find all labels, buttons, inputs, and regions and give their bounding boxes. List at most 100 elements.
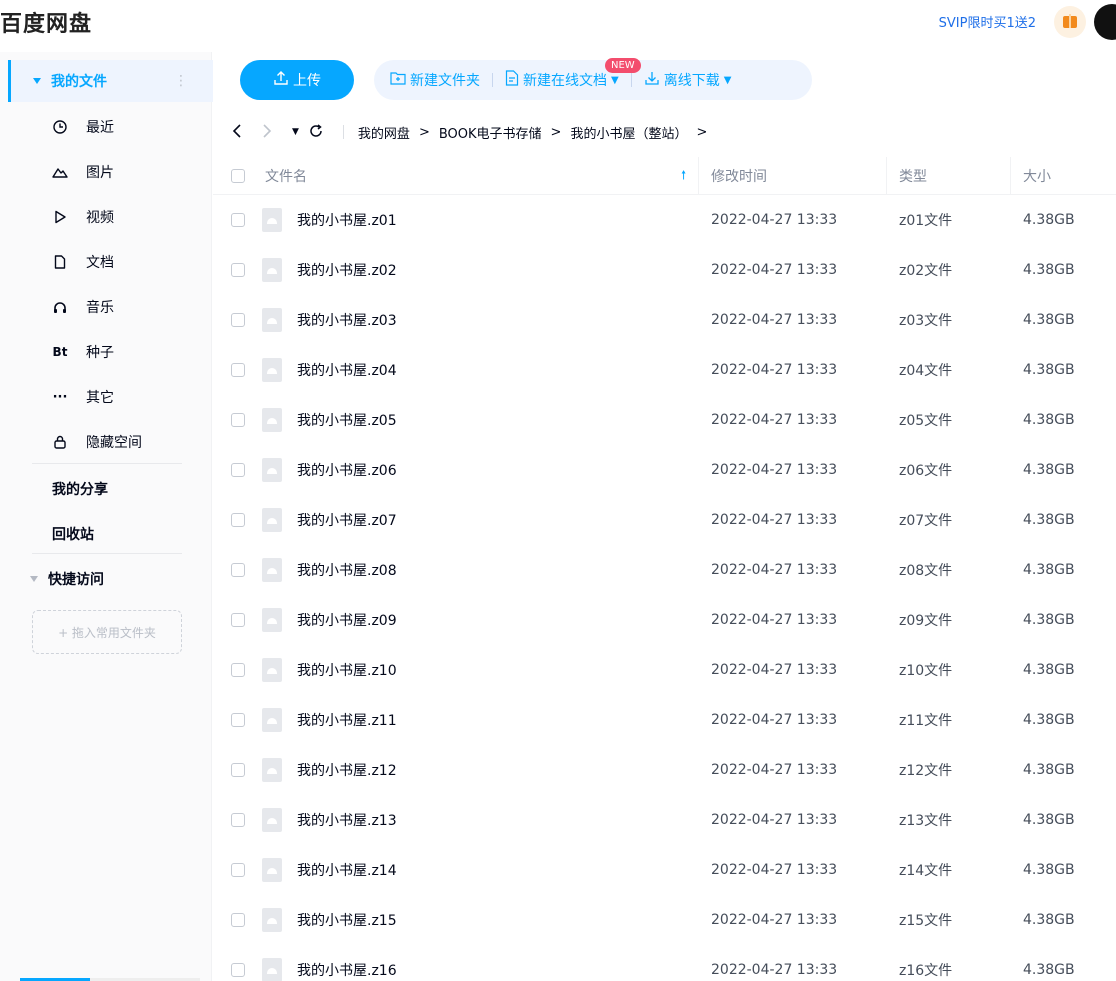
row-checkbox[interactable]	[231, 595, 245, 645]
sidebar-item-my-files[interactable]: 我的文件 ⋮	[8, 60, 213, 102]
table-row[interactable]: 我的小书屋.z14 2022-04-27 13:33 z14文件 4.38GB	[213, 845, 1116, 895]
sidebar-item-recent[interactable]: 最近	[52, 107, 114, 147]
row-checkbox[interactable]	[231, 695, 245, 745]
table-row[interactable]: 我的小书屋.z12 2022-04-27 13:33 z12文件 4.38GB	[213, 745, 1116, 795]
row-checkbox[interactable]	[231, 545, 245, 595]
row-checkbox[interactable]	[231, 245, 245, 295]
table-row[interactable]: 我的小书屋.z04 2022-04-27 13:33 z04文件 4.38GB	[213, 345, 1116, 395]
upload-button[interactable]: 上传	[240, 60, 354, 100]
new-online-doc-button[interactable]: 新建在线文档 ▼ NEW	[505, 58, 641, 90]
sidebar-item-label: 图片	[86, 165, 114, 181]
file-name[interactable]: 我的小书屋.z08	[297, 545, 397, 595]
table-row[interactable]: 我的小书屋.z09 2022-04-27 13:33 z09文件 4.38GB	[213, 595, 1116, 645]
quick-access-drop-zone[interactable]: + 拖入常用文件夹	[32, 610, 182, 654]
sidebar-item-others[interactable]: ··· 其它	[52, 377, 114, 417]
column-header-size[interactable]: 大小	[1023, 157, 1051, 195]
file-type: z13文件	[899, 813, 953, 829]
gift-icon[interactable]	[1054, 6, 1086, 38]
refresh-icon[interactable]	[309, 123, 323, 142]
bt-icon: Bt	[52, 345, 68, 359]
offline-download-button[interactable]: 离线下载 ▼	[644, 70, 731, 90]
table-row[interactable]: 我的小书屋.z15 2022-04-27 13:33 z15文件 4.38GB	[213, 895, 1116, 945]
row-checkbox[interactable]	[231, 895, 245, 945]
sidebar-item-quick-access[interactable]: 快捷访问	[8, 558, 213, 600]
table-row[interactable]: 我的小书屋.z10 2022-04-27 13:33 z10文件 4.38GB	[213, 645, 1116, 695]
file-name[interactable]: 我的小书屋.z15	[297, 895, 397, 945]
avatar[interactable]	[1094, 4, 1116, 40]
file-name[interactable]: 我的小书屋.z12	[297, 745, 397, 795]
row-checkbox[interactable]	[231, 745, 245, 795]
select-all-checkbox[interactable]	[231, 157, 245, 195]
row-checkbox[interactable]	[231, 845, 245, 895]
table-row[interactable]: 我的小书屋.z02 2022-04-27 13:33 z02文件 4.38GB	[213, 245, 1116, 295]
table-row[interactable]: 我的小书屋.z13 2022-04-27 13:33 z13文件 4.38GB	[213, 795, 1116, 845]
sidebar-item-music[interactable]: 音乐	[52, 287, 114, 327]
table-row[interactable]: 我的小书屋.z07 2022-04-27 13:33 z07文件 4.38GB	[213, 495, 1116, 545]
table-row[interactable]: 我的小书屋.z16 2022-04-27 13:33 z16文件 4.38GB	[213, 945, 1116, 981]
breadcrumb-item[interactable]: BOOK电子书存储	[439, 123, 542, 142]
file-size: 4.38GB	[1023, 762, 1075, 778]
sidebar-item-torrents[interactable]: Bt 种子	[52, 332, 114, 372]
sidebar-item-my-share[interactable]: 我的分享	[52, 479, 108, 499]
file-name[interactable]: 我的小书屋.z16	[297, 945, 397, 981]
svip-promo-link[interactable]: SVIP限时买1送2	[939, 12, 1036, 31]
sort-ascending-icon[interactable]: 🠕	[681, 157, 686, 195]
row-checkbox[interactable]	[231, 195, 245, 245]
headphones-icon	[52, 301, 68, 314]
file-name[interactable]: 我的小书屋.z03	[297, 295, 397, 345]
sidebar-item-label: 最近	[86, 120, 114, 136]
file-modified: 2022-04-27 13:33	[711, 662, 838, 678]
file-name[interactable]: 我的小书屋.z10	[297, 645, 397, 695]
sidebar-item-label: 文档	[86, 255, 114, 271]
table-row[interactable]: 我的小书屋.z08 2022-04-27 13:33 z08文件 4.38GB	[213, 545, 1116, 595]
table-row[interactable]: 我的小书屋.z11 2022-04-27 13:33 z11文件 4.38GB	[213, 695, 1116, 745]
file-name[interactable]: 我的小书屋.z07	[297, 495, 397, 545]
lock-icon	[52, 435, 68, 449]
row-checkbox[interactable]	[231, 945, 245, 981]
file-icon	[262, 245, 282, 295]
new-doc-icon	[505, 70, 519, 90]
new-folder-label: 新建文件夹	[410, 73, 480, 89]
row-checkbox[interactable]	[231, 795, 245, 845]
history-dropdown-icon[interactable]: ▼	[292, 127, 299, 137]
row-checkbox[interactable]	[231, 645, 245, 695]
column-header-type[interactable]: 类型	[899, 157, 927, 195]
new-folder-button[interactable]: 新建文件夹	[390, 70, 480, 90]
sidebar-item-images[interactable]: 图片	[52, 152, 114, 192]
file-name[interactable]: 我的小书屋.z14	[297, 845, 397, 895]
sidebar-item-recycle-bin[interactable]: 回收站	[52, 524, 94, 544]
breadcrumb-item[interactable]: 我的小书屋（整站）	[570, 123, 687, 142]
row-checkbox[interactable]	[231, 295, 245, 345]
sidebar: 我的文件 ⋮ 最近 图片 视频 文档 音乐 Bt 种子 ··· 其它 隐藏空间 …	[0, 52, 213, 981]
column-header-modified[interactable]: 修改时间	[711, 157, 767, 195]
file-name[interactable]: 我的小书屋.z02	[297, 245, 397, 295]
file-name[interactable]: 我的小书屋.z06	[297, 445, 397, 495]
sidebar-item-hidden-space[interactable]: 隐藏空间	[52, 422, 142, 462]
app-logo[interactable]: 百度网盘	[0, 6, 92, 38]
more-vertical-icon[interactable]: ⋮	[174, 73, 188, 89]
file-type: z01文件	[899, 213, 953, 229]
sidebar-item-documents[interactable]: 文档	[52, 242, 114, 282]
table-row[interactable]: 我的小书屋.z01 2022-04-27 13:33 z01文件 4.38GB	[213, 195, 1116, 245]
file-type: z16文件	[899, 963, 953, 979]
file-name[interactable]: 我的小书屋.z13	[297, 795, 397, 845]
row-checkbox[interactable]	[231, 345, 245, 395]
sidebar-item-label: 视频	[86, 210, 114, 226]
file-name[interactable]: 我的小书屋.z05	[297, 395, 397, 445]
file-name[interactable]: 我的小书屋.z09	[297, 595, 397, 645]
file-name[interactable]: 我的小书屋.z11	[297, 695, 397, 745]
column-header-name[interactable]: 文件名	[265, 157, 307, 195]
breadcrumb-item[interactable]: 我的网盘	[358, 123, 410, 142]
row-checkbox[interactable]	[231, 495, 245, 545]
forward-icon[interactable]	[262, 123, 272, 142]
table-row[interactable]: 我的小书屋.z06 2022-04-27 13:33 z06文件 4.38GB	[213, 445, 1116, 495]
sidebar-item-label: 其它	[86, 390, 114, 406]
sidebar-item-videos[interactable]: 视频	[52, 197, 114, 237]
file-name[interactable]: 我的小书屋.z01	[297, 195, 397, 245]
file-name[interactable]: 我的小书屋.z04	[297, 345, 397, 395]
table-row[interactable]: 我的小书屋.z05 2022-04-27 13:33 z05文件 4.38GB	[213, 395, 1116, 445]
row-checkbox[interactable]	[231, 445, 245, 495]
back-icon[interactable]	[232, 123, 242, 142]
table-row[interactable]: 我的小书屋.z03 2022-04-27 13:33 z03文件 4.38GB	[213, 295, 1116, 345]
row-checkbox[interactable]	[231, 395, 245, 445]
